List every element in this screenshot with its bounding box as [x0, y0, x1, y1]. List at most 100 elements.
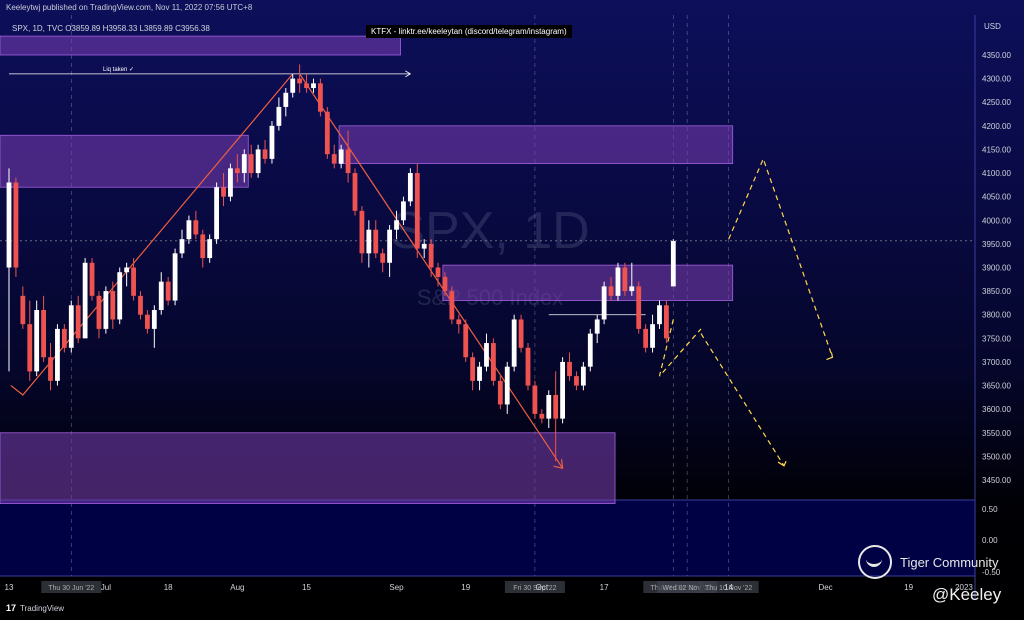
candle-body	[359, 210, 365, 254]
candle-body	[186, 220, 192, 240]
candle-body	[352, 173, 358, 211]
candle-body	[539, 413, 545, 419]
candle-body	[532, 385, 538, 414]
oscillator-tick-label: 0.50	[982, 505, 998, 514]
candle-body	[650, 324, 655, 348]
candle-body	[525, 347, 531, 386]
candle-body	[636, 286, 642, 329]
time-tick-label: 19	[461, 583, 470, 592]
price-tick-label: 4150.00	[982, 145, 1011, 154]
candle-body	[124, 267, 130, 273]
price-tick-label: 4250.00	[982, 98, 1011, 107]
candle-body	[504, 366, 510, 405]
candle-body	[442, 276, 448, 292]
candle-body	[297, 78, 303, 84]
published-note: Keeleytwj published on TradingView.com, …	[6, 3, 253, 12]
candle-body	[670, 241, 676, 287]
projection-bearish	[700, 333, 785, 467]
time-tick-label: Aug	[230, 583, 244, 592]
candle-body	[269, 125, 275, 159]
candle-body	[221, 187, 226, 197]
candle-body	[560, 361, 565, 419]
candle-body	[553, 395, 559, 419]
candle-body	[608, 286, 614, 296]
candle-body	[463, 324, 469, 358]
time-tick-label: Thu 30 Jun '22	[48, 585, 94, 592]
candle-body	[165, 281, 171, 301]
tradingview-text: TradingView	[20, 603, 65, 613]
candle-body	[449, 291, 455, 320]
price-tick-label: 3600.00	[982, 405, 1011, 414]
candle-body	[394, 220, 399, 230]
oscillator-tick-label: 0.00	[982, 536, 998, 545]
candle-body	[580, 366, 586, 386]
candle-body	[131, 267, 136, 296]
candle-body	[567, 361, 572, 377]
symbol-ohlc-line: SPX, 1D, TVC O3859.89 H3958.33 L3859.89 …	[12, 24, 210, 33]
candle-body	[34, 310, 40, 372]
supply-demand-zone	[0, 134, 249, 188]
candle-body	[629, 286, 635, 292]
candle-body	[387, 229, 392, 263]
candle-body	[345, 149, 351, 174]
candle-body	[96, 295, 102, 329]
candle-body	[380, 253, 386, 263]
candle-body	[6, 182, 12, 268]
candle-body	[151, 310, 157, 329]
price-tick-label: 3800.00	[982, 311, 1011, 320]
author-handle: @Keeley	[932, 585, 1002, 604]
candle-body	[103, 291, 109, 329]
candle-body	[304, 83, 309, 89]
price-tick-label: 3900.00	[982, 264, 1011, 273]
time-tick-label: 18	[164, 583, 173, 592]
candle-body	[276, 106, 282, 126]
candle-body	[546, 395, 552, 419]
candle-body	[110, 291, 116, 320]
candle-body	[435, 267, 441, 277]
price-tick-label: 3450.00	[982, 476, 1011, 485]
candle-body	[477, 366, 482, 381]
candle-body	[158, 281, 164, 310]
projection-bullish-arrowhead	[826, 352, 834, 361]
price-tick-label: 3750.00	[982, 334, 1011, 343]
candle-body	[89, 262, 95, 296]
candle-body	[193, 220, 199, 235]
candle-body	[414, 173, 420, 249]
candle-body	[421, 243, 427, 249]
price-tick-label: 4050.00	[982, 193, 1011, 202]
candle-body	[601, 286, 607, 320]
candle-body	[324, 111, 330, 155]
candle-body	[61, 328, 67, 348]
oscillator-pane	[0, 500, 975, 576]
candle-body	[643, 328, 649, 348]
tradingview-mark-icon: 17	[6, 603, 17, 613]
time-tick-label: 15	[302, 583, 311, 592]
tiger-community-text: Tiger Community	[900, 554, 999, 570]
candle-body	[290, 78, 296, 93]
tradingview-logo[interactable]: 17 TradingView	[6, 603, 64, 613]
annotation-label: Liq taken ✓	[103, 67, 134, 73]
candle-body	[82, 262, 88, 339]
candle-body	[401, 201, 406, 221]
supply-demand-zone	[338, 125, 734, 165]
candle-body	[318, 83, 323, 112]
candle-body	[622, 267, 628, 292]
candle-body	[27, 324, 33, 372]
price-tick-label: 3650.00	[982, 382, 1011, 391]
candle-body	[331, 154, 337, 164]
price-chart[interactable]: USD 4350.00 4300.00 4250.00 4200.00 4150.00 41…	[0, 0, 1024, 620]
candle-body	[20, 295, 26, 325]
candle-body	[75, 305, 81, 339]
candle-body	[428, 243, 434, 268]
candle-body	[373, 229, 379, 254]
candle-body	[311, 83, 316, 89]
candle-body	[117, 272, 123, 320]
candle-body	[55, 328, 60, 381]
candle-body	[587, 333, 593, 367]
candle-body	[407, 173, 413, 202]
projection-bullish	[728, 157, 834, 358]
candle-body	[179, 239, 185, 254]
tiger-logo-icon	[858, 545, 892, 579]
price-tick-label: 4300.00	[982, 75, 1011, 84]
tiger-community-badge: Tiger Community	[858, 545, 998, 579]
